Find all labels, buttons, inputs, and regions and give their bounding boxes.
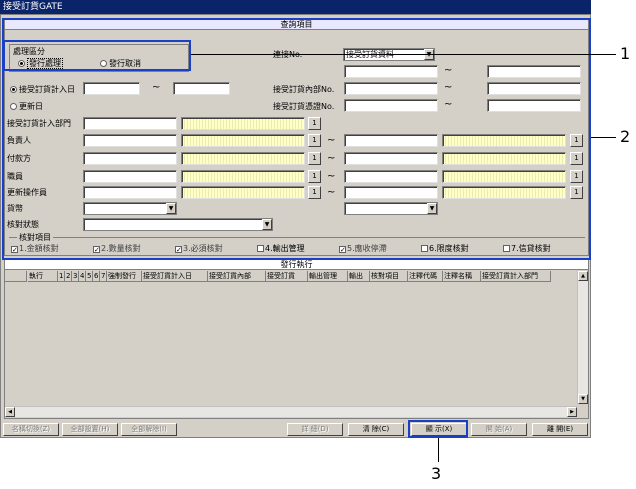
- grid-column-header[interactable]: 接受訂貨: [266, 271, 308, 282]
- name-switch-button[interactable]: 名稱切換(Z): [3, 423, 59, 436]
- grid-column-header[interactable]: 接受訂貨計入部門: [481, 271, 551, 282]
- grid-column-header[interactable]: 注釋代碼: [408, 271, 443, 282]
- grid-column-header[interactable]: 1: [58, 271, 65, 282]
- close-button[interactable]: 離 開(E): [532, 423, 588, 436]
- scroll-left-icon[interactable]: ◀: [5, 407, 15, 417]
- callout-3: 3: [431, 464, 442, 483]
- results-panel: 發行執行 執行 1 2 3 4 5 6 7 強制發行 接受訂貨計入日 接受訂貨內部 接受訂貨 輸出管理輸…: [4, 259, 589, 419]
- grid-column-header[interactable]: 強制發行: [107, 271, 142, 282]
- grid-column-header[interactable]: 4: [79, 271, 86, 282]
- set-all-button[interactable]: 全部設置(H): [62, 423, 118, 436]
- callout-line-3: [438, 438, 439, 462]
- grid-column-header[interactable]: 接受訂貨計入日: [142, 271, 208, 282]
- callout-line-2: [591, 137, 616, 138]
- grid-corner: [5, 271, 27, 282]
- results-grid[interactable]: 執行 1 2 3 4 5 6 7 強制發行 接受訂貨計入日 接受訂貨內部 接受訂貨 輸出管理 輸出 核對項目…: [5, 271, 588, 404]
- grid-column-header[interactable]: 5: [86, 271, 93, 282]
- grid-column-header[interactable]: 輸出管理: [308, 271, 348, 282]
- grid-column-header[interactable]: 6: [93, 271, 100, 282]
- grid-column-header[interactable]: 7: [100, 271, 107, 282]
- clear-all-button[interactable]: 全部解除(I): [121, 423, 177, 436]
- grid-column-header[interactable]: 注釋名稱: [443, 271, 481, 282]
- grid-column-header[interactable]: 執行: [28, 271, 58, 282]
- scroll-right-icon[interactable]: ▶: [567, 407, 577, 417]
- grid-column-header[interactable]: 3: [72, 271, 79, 282]
- callout-1: 1: [620, 44, 631, 63]
- clear-button[interactable]: 清 除(C): [348, 423, 404, 436]
- start-button[interactable]: 開 始(A): [471, 423, 527, 436]
- results-header: 發行執行: [5, 260, 588, 270]
- horizontal-scrollbar[interactable]: ◀ ▶: [5, 406, 577, 417]
- grid-column-header[interactable]: 輸出: [348, 271, 370, 282]
- callout-line-1: [191, 54, 616, 55]
- scroll-down-icon[interactable]: ▼: [578, 394, 588, 404]
- vertical-scrollbar[interactable]: ▲ ▼: [577, 271, 588, 404]
- window-title: 接受訂貨GATE: [0, 0, 591, 14]
- callout-2: 2: [620, 127, 631, 146]
- grid-column-header[interactable]: 核對項目: [370, 271, 408, 282]
- grid-column-header[interactable]: 2: [65, 271, 72, 282]
- grid-column-header[interactable]: 接受訂貨內部: [208, 271, 266, 282]
- highlight-display-button: [408, 420, 468, 438]
- scroll-up-icon[interactable]: ▲: [578, 271, 588, 281]
- detail-button[interactable]: 詳 細(D): [287, 423, 343, 436]
